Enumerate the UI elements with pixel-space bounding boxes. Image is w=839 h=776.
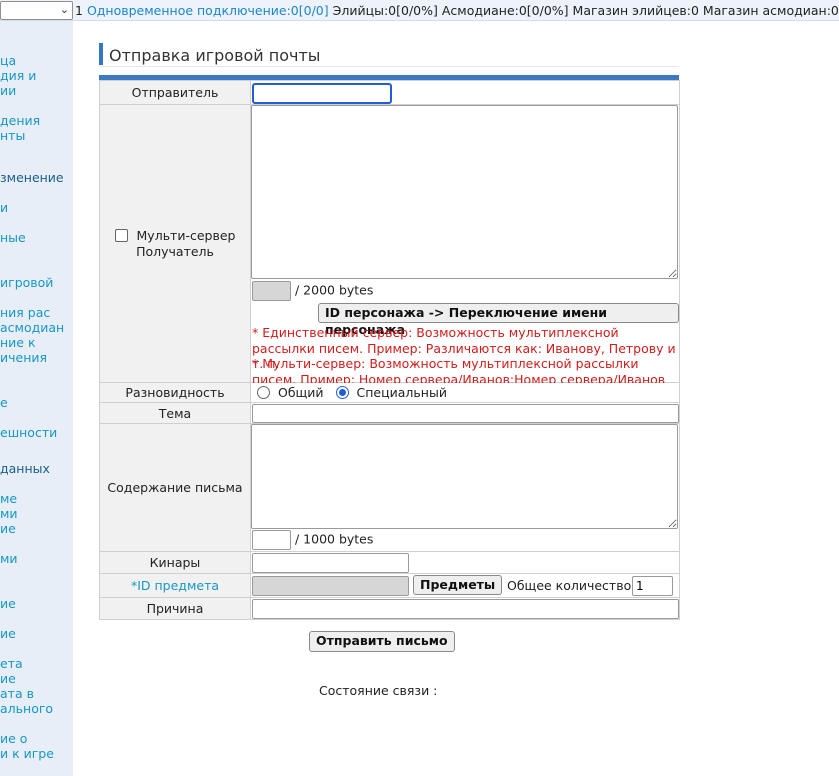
sidebar-item[interactable]: ального xyxy=(0,701,73,716)
sidebar-item[interactable]: нты xyxy=(0,128,73,143)
type-label: Разновидность xyxy=(99,382,251,403)
chevron-down-icon: ⌄ xyxy=(59,3,69,16)
sidebar-item[interactable]: ния рас xyxy=(0,305,73,320)
multi-server-checkbox[interactable] xyxy=(114,228,128,242)
total-quantity-input[interactable] xyxy=(632,576,673,596)
sidebar-item[interactable]: ата в xyxy=(0,686,73,701)
connection-status: Состояние связи : xyxy=(319,683,438,698)
sidebar-item[interactable]: данных xyxy=(0,461,73,476)
items-button[interactable]: Предметы xyxy=(413,575,503,595)
reason-input[interactable] xyxy=(252,599,679,619)
type-option-general-label: Общий xyxy=(277,385,324,400)
recipients-bytes-suffix: / 2000 bytes xyxy=(294,282,374,298)
sidebar-item[interactable]: ми xyxy=(0,506,73,521)
multi-server-label: Мульти-сервер xyxy=(136,227,236,243)
server-select-value: 1 xyxy=(75,3,83,18)
content-bytes-suffix: / 1000 bytes xyxy=(294,531,374,547)
total-quantity-label: Общее количество xyxy=(507,578,632,593)
sidebar-item[interactable]: дения xyxy=(0,113,73,128)
content-label: Содержание письма xyxy=(99,423,251,552)
item-id-input[interactable] xyxy=(252,576,409,596)
sidebar-item[interactable]: и к игре xyxy=(0,746,73,761)
recipients-bytes-counter xyxy=(252,281,291,301)
sidebar-item[interactable]: асмодиан xyxy=(0,320,73,335)
title-accent-bar xyxy=(99,43,103,65)
sidebar-item[interactable]: ешности xyxy=(0,425,73,440)
sidebar-item[interactable]: ме xyxy=(0,491,73,506)
sidebar-item[interactable]: е xyxy=(0,395,73,410)
sidebar-item[interactable]: ие xyxy=(0,521,73,536)
send-mail-button[interactable]: Отправить письмо xyxy=(309,631,455,652)
server-select[interactable]: ⌄ xyxy=(0,1,73,20)
reason-label: Причина xyxy=(99,597,251,620)
sidebar-item[interactable]: ные xyxy=(0,230,73,245)
switch-character-name-button[interactable]: ID персонажа -> Переключение имени персо… xyxy=(318,303,679,337)
sidebar-item[interactable]: ии xyxy=(0,83,73,98)
sidebar-item[interactable]: игровой xyxy=(0,275,73,290)
mail-form: Отправитель Мульти-сервер Получатель / 2… xyxy=(99,80,680,620)
sidebar-item[interactable]: ие xyxy=(0,596,73,611)
sidebar-item[interactable]: дия и xyxy=(0,68,73,83)
sender-input[interactable] xyxy=(252,83,392,104)
sidebar-item[interactable]: ие xyxy=(0,671,73,686)
subject-label: Тема xyxy=(99,402,251,424)
concurrent-connections-link[interactable]: Одновременное подключение:0[0/0] xyxy=(87,3,329,18)
recipient-label-cell: Мульти-сервер Получатель xyxy=(99,104,251,383)
top-status-bar: ⌄ 1 Одновременное подключение:0[0/0] Эли… xyxy=(0,0,839,21)
subject-input[interactable] xyxy=(252,404,679,423)
item-id-label: *ID предмета xyxy=(130,578,220,593)
type-radio-special[interactable] xyxy=(335,386,349,399)
faction-stats: Элийцы:0[0/0%] Асмодиане:0[0/0%] Магазин… xyxy=(332,3,839,18)
sidebar: ца дия и ии дения нты зменение и ные игр… xyxy=(0,21,73,776)
sidebar-item[interactable]: зменение xyxy=(0,170,73,185)
item-id-label-cell: *ID предмета xyxy=(99,573,251,598)
kinah-label: Кинары xyxy=(99,551,251,574)
recipients-textarea[interactable] xyxy=(251,105,678,279)
content-bytes-counter xyxy=(252,530,291,550)
sidebar-item[interactable]: ние к xyxy=(0,335,73,350)
content-textarea[interactable] xyxy=(251,424,678,529)
page-title: Отправка игровой почты xyxy=(109,46,321,65)
title-divider xyxy=(99,66,679,67)
sidebar-item[interactable]: ие xyxy=(0,626,73,641)
sidebar-item[interactable]: ца xyxy=(0,53,73,68)
server-status-line: 1 Одновременное подключение:0[0/0] Элийц… xyxy=(75,3,839,18)
kinah-input[interactable] xyxy=(252,553,409,573)
type-option-special-label: Специальный xyxy=(356,385,447,400)
sidebar-item[interactable]: ета xyxy=(0,656,73,671)
sidebar-item[interactable]: и xyxy=(0,200,73,215)
sender-label: Отправитель xyxy=(99,80,251,105)
sidebar-item[interactable]: ие о xyxy=(0,731,73,746)
sidebar-item[interactable]: ми xyxy=(0,551,73,566)
recipient-label: Получатель xyxy=(136,243,214,259)
type-radio-general[interactable] xyxy=(257,386,270,399)
sidebar-item[interactable]: ичения xyxy=(0,350,73,365)
